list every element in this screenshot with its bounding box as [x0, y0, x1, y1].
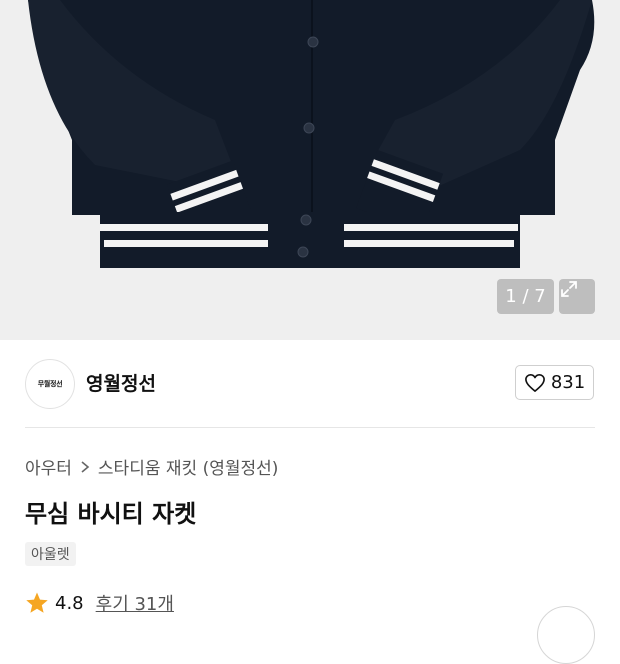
- product-title: 무심 바시티 자켓: [25, 500, 197, 528]
- rating-row: 4.8 후기 31개: [25, 590, 174, 616]
- expand-icon: [561, 281, 577, 297]
- outlet-tag-label: 아울렛: [31, 547, 70, 563]
- floating-circle-button[interactable]: [537, 606, 595, 664]
- outlet-tag: 아울렛: [25, 542, 76, 566]
- heart-icon: [524, 373, 545, 392]
- like-count: 831: [550, 372, 586, 393]
- review-link[interactable]: 후기 31개: [96, 590, 174, 616]
- breadcrumb-item-subcategory[interactable]: 스타디움 재킷 (영월정선): [98, 454, 278, 479]
- divider: [25, 427, 595, 428]
- store-name[interactable]: 영월정선: [86, 369, 156, 396]
- breadcrumb-item-category[interactable]: 아우터: [25, 454, 72, 479]
- expand-button[interactable]: [559, 279, 595, 314]
- store-logo[interactable]: 무월정선: [25, 359, 75, 409]
- image-counter: 1 / 7: [497, 279, 554, 314]
- store-logo-text: 무월정선: [37, 380, 63, 388]
- image-counter-text: 1 / 7: [505, 286, 546, 307]
- chevron-right-icon: [81, 460, 90, 473]
- like-button[interactable]: 831: [515, 365, 594, 400]
- product-image-gallery[interactable]: 1 / 7: [0, 0, 620, 340]
- rating-value: 4.8: [55, 592, 84, 614]
- star-icon: [26, 592, 48, 613]
- breadcrumb: 아우터 스타디움 재킷 (영월정선): [25, 454, 278, 479]
